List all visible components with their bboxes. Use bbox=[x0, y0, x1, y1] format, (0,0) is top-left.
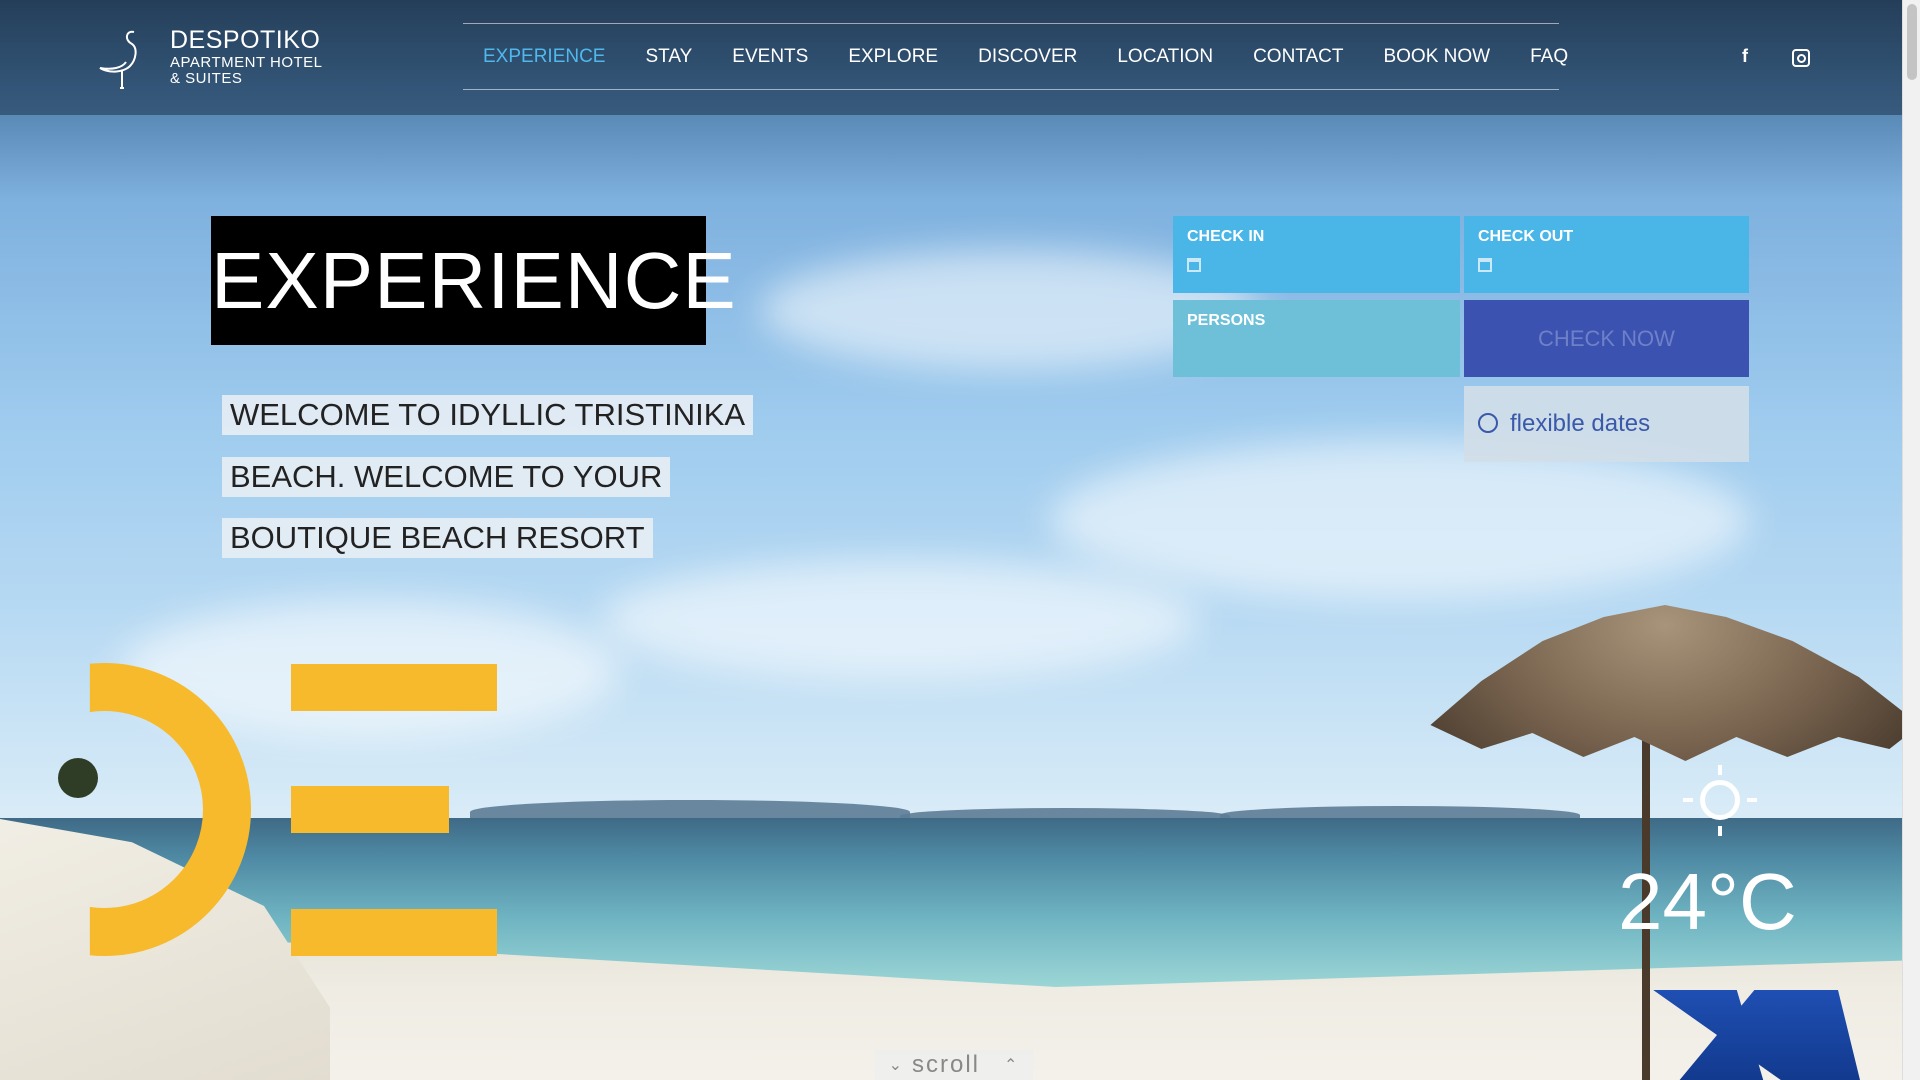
sun-ray bbox=[1683, 798, 1693, 802]
brand-name: DESPOTIKO bbox=[170, 26, 321, 54]
check-now-button[interactable]: CHECK NOW bbox=[1464, 300, 1749, 377]
emblem-bar bbox=[291, 664, 497, 711]
nav-explore[interactable]: EXPLORE bbox=[848, 46, 938, 68]
nav-experience[interactable]: EXPERIENCE bbox=[483, 46, 605, 68]
hero-tagline-line: BOUTIQUE BEACH RESORT bbox=[222, 518, 653, 558]
nav-contact[interactable]: CONTACT bbox=[1253, 46, 1343, 68]
main-nav: EXPERIENCE STAY EVENTS EXPLORE DISCOVER … bbox=[463, 23, 1568, 90]
sun-ray bbox=[1747, 798, 1757, 802]
check-out-label: CHECK OUT bbox=[1478, 228, 1574, 245]
emblem-bar bbox=[291, 786, 449, 833]
brand-subtitle-line: APARTMENT HOTEL bbox=[170, 54, 323, 71]
nav-book-now[interactable]: BOOK NOW bbox=[1383, 46, 1490, 68]
temperature: 24°C bbox=[1618, 857, 1797, 946]
scroll-label: scroll bbox=[911, 1051, 980, 1078]
brand-subtitle-line: & SUITES bbox=[170, 70, 243, 87]
page-title: EXPERIENCE bbox=[211, 216, 736, 345]
calendar-icon[interactable] bbox=[1187, 258, 1201, 272]
check-in-label: CHECK IN bbox=[1187, 228, 1265, 245]
hero-tagline-line: WELCOME TO IDYLLIC TRISTINIKA bbox=[222, 395, 754, 435]
logo[interactable]: DESPOTIKO APARTMENT HOTEL & SUITES bbox=[96, 26, 326, 92]
cloud bbox=[600, 560, 1200, 680]
persons-field[interactable]: PERSONS bbox=[1173, 300, 1460, 377]
sun-icon bbox=[1700, 780, 1740, 820]
brand-subtitle: APARTMENT HOTEL & SUITES bbox=[170, 55, 323, 87]
emblem-bar bbox=[291, 909, 497, 956]
hero-tagline-line: BEACH. WELCOME TO YOUR bbox=[222, 457, 671, 497]
flexible-dates-option[interactable]: flexible dates bbox=[1464, 386, 1749, 462]
facebook-icon[interactable]: f bbox=[1742, 46, 1748, 67]
site-header: DESPOTIKO APARTMENT HOTEL & SUITES EXPER… bbox=[0, 0, 1902, 115]
nav-stay[interactable]: STAY bbox=[645, 46, 692, 68]
sun-ray bbox=[1718, 826, 1722, 836]
check-out-field[interactable]: CHECK OUT bbox=[1464, 216, 1749, 293]
sun-ray bbox=[1718, 765, 1722, 775]
flexible-dates-radio[interactable] bbox=[1478, 413, 1498, 433]
instagram-icon[interactable] bbox=[1792, 49, 1810, 67]
nav-events[interactable]: EVENTS bbox=[732, 46, 808, 68]
check-in-field[interactable]: CHECK IN bbox=[1173, 216, 1460, 293]
scrollbar[interactable] bbox=[1902, 0, 1920, 1080]
nav-discover[interactable]: DISCOVER bbox=[978, 46, 1077, 68]
scrollbar-thumb[interactable] bbox=[1907, 4, 1917, 80]
calendar-icon[interactable] bbox=[1478, 258, 1492, 272]
scroll-hint[interactable]: ⌄ scroll ⌃ bbox=[875, 1050, 1033, 1080]
cloud bbox=[1050, 440, 1750, 600]
persons-label: PERSONS bbox=[1187, 312, 1266, 329]
chevron-up-icon[interactable]: ⌃ bbox=[1004, 1055, 1019, 1075]
chevron-down-icon: ⌄ bbox=[888, 1057, 904, 1074]
nav-faq[interactable]: FAQ bbox=[1530, 46, 1568, 68]
flexible-dates-label: flexible dates bbox=[1510, 410, 1651, 437]
flamingo-logo-icon bbox=[99, 30, 137, 89]
nav-location[interactable]: LOCATION bbox=[1117, 46, 1213, 68]
